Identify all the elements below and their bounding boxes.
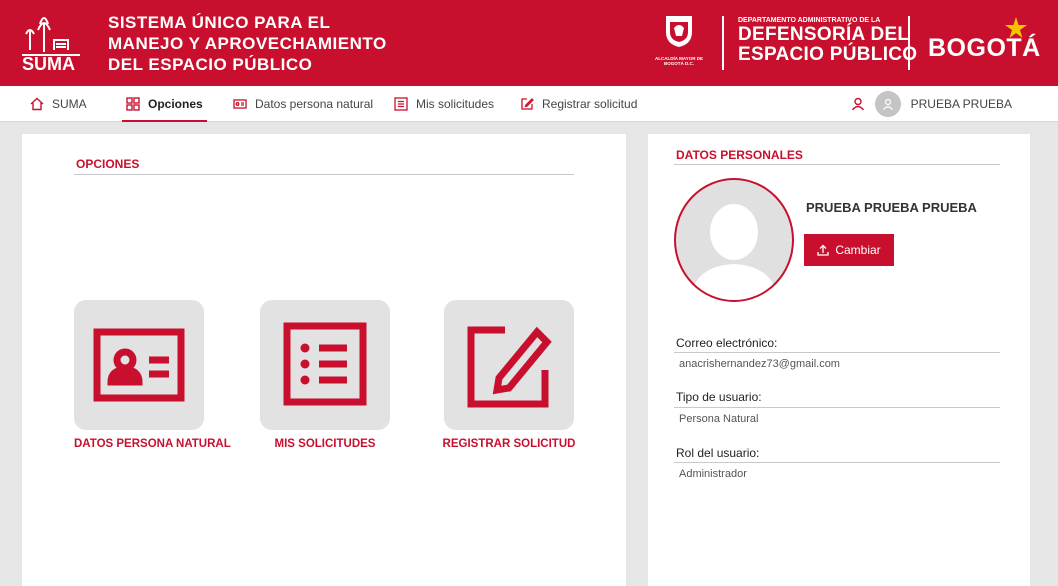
system-title-line: DEL ESPACIO PÚBLICO [108,55,313,74]
user-role-value: Administrador [679,468,747,480]
upload-icon [817,244,829,256]
system-title-line: SISTEMA ÚNICO PARA EL [108,13,331,32]
header-divider [908,16,910,70]
nav-item-registrar-solicitud[interactable]: Registrar solicitud [520,86,637,122]
edit-icon [467,326,552,408]
id-card-icon [233,97,247,111]
alcaldia-logo: ALCALDÍA MAYOR DE BOGOTÁ D.C. [650,14,708,76]
avatar[interactable] [874,91,901,117]
personal-data-divider [674,164,1000,165]
field-divider [674,352,1000,353]
nav-item-label: SUMA [52,97,87,111]
options-title: OPCIONES [76,157,140,171]
user-type-value: Persona Natural [679,413,759,425]
app-header: SUMA SISTEMA ÚNICO PARA EL MANEJO Y APRO… [0,0,1058,86]
email-label: Correo electrónico: [676,336,778,350]
personal-data-panel: DATOS PERSONALES PRUEBA PRUEBA PRUEBA Ca… [648,134,1030,586]
system-title-line: MANEJO Y APROVECHAMIENTO [108,34,387,53]
tile-label[interactable]: DATOS PERSONA NATURAL [74,438,231,450]
list-icon [394,97,408,111]
svg-text:SUMA: SUMA [22,54,75,74]
person-icon [882,98,893,110]
dadep-title-line: ESPACIO PÚBLICO [738,44,918,65]
options-panel: OPCIONES DATOS PERSONA NATURAL MIS SOLIC… [22,134,626,586]
profile-full-name: PRUEBA PRUEBA PRUEBA [806,200,977,215]
system-title: SISTEMA ÚNICO PARA EL MANEJO Y APROVECHA… [108,12,387,75]
tile-registrar-solicitud[interactable] [444,300,574,430]
tile-label[interactable]: MIS SOLICITUDES [260,438,390,450]
change-photo-label: Cambiar [835,243,881,257]
user-type-label: Tipo de usuario: [676,390,762,404]
change-photo-button[interactable]: Cambiar [804,234,894,266]
dadep-logo: DEPARTAMENTO ADMINISTRATIVO DE LA DEFENS… [738,16,918,65]
nav-item-label: Mis solicitudes [416,97,495,111]
user-icon [851,97,864,111]
nav-item-label: Datos persona natural [255,97,374,111]
profile-avatar [674,178,794,302]
list-icon [283,322,367,406]
personal-data-title: DATOS PERSONALES [676,148,803,162]
person-silhouette-icon [690,204,778,300]
grid-icon [126,97,140,111]
edit-icon [520,97,534,111]
nav-item-label: Registrar solicitud [542,97,638,111]
user-name: PRUEBA PRUEBA [910,97,1012,111]
email-value: anacrishernandez73@gmail.com [679,358,840,370]
coat-of-arms-icon [666,16,692,47]
nav-item-label: Opciones [148,97,203,111]
options-divider [74,174,574,175]
home-icon [30,97,44,111]
user-menu[interactable]: PRUEBA PRUEBA [851,86,1012,122]
nav-item-mis-solicitudes[interactable]: Mis solicitudes [394,86,494,122]
nav-item-datos-persona-natural[interactable]: Datos persona natural [233,86,373,122]
header-divider [722,16,724,70]
tile-label[interactable]: REGISTRAR SOLICITUD [434,438,584,450]
nav-item-suma[interactable]: SUMA [30,86,87,122]
user-role-label: Rol del usuario: [676,446,760,460]
id-card-icon [93,328,185,402]
suma-logo[interactable]: SUMA [20,10,90,76]
alcaldia-text: ALCALDÍA MAYOR DE BOGOTÁ D.C. [655,56,703,66]
star-icon [1005,17,1027,38]
dadep-title-line: DEFENSORÍA DEL [738,24,910,45]
field-divider [674,462,1000,463]
field-divider [674,407,1000,408]
tile-mis-solicitudes[interactable] [260,300,390,430]
tile-datos-persona-natural[interactable] [74,300,204,430]
top-nav: SUMA Opciones Datos persona natural Mis … [0,86,1058,122]
nav-item-opciones[interactable]: Opciones [122,86,207,122]
